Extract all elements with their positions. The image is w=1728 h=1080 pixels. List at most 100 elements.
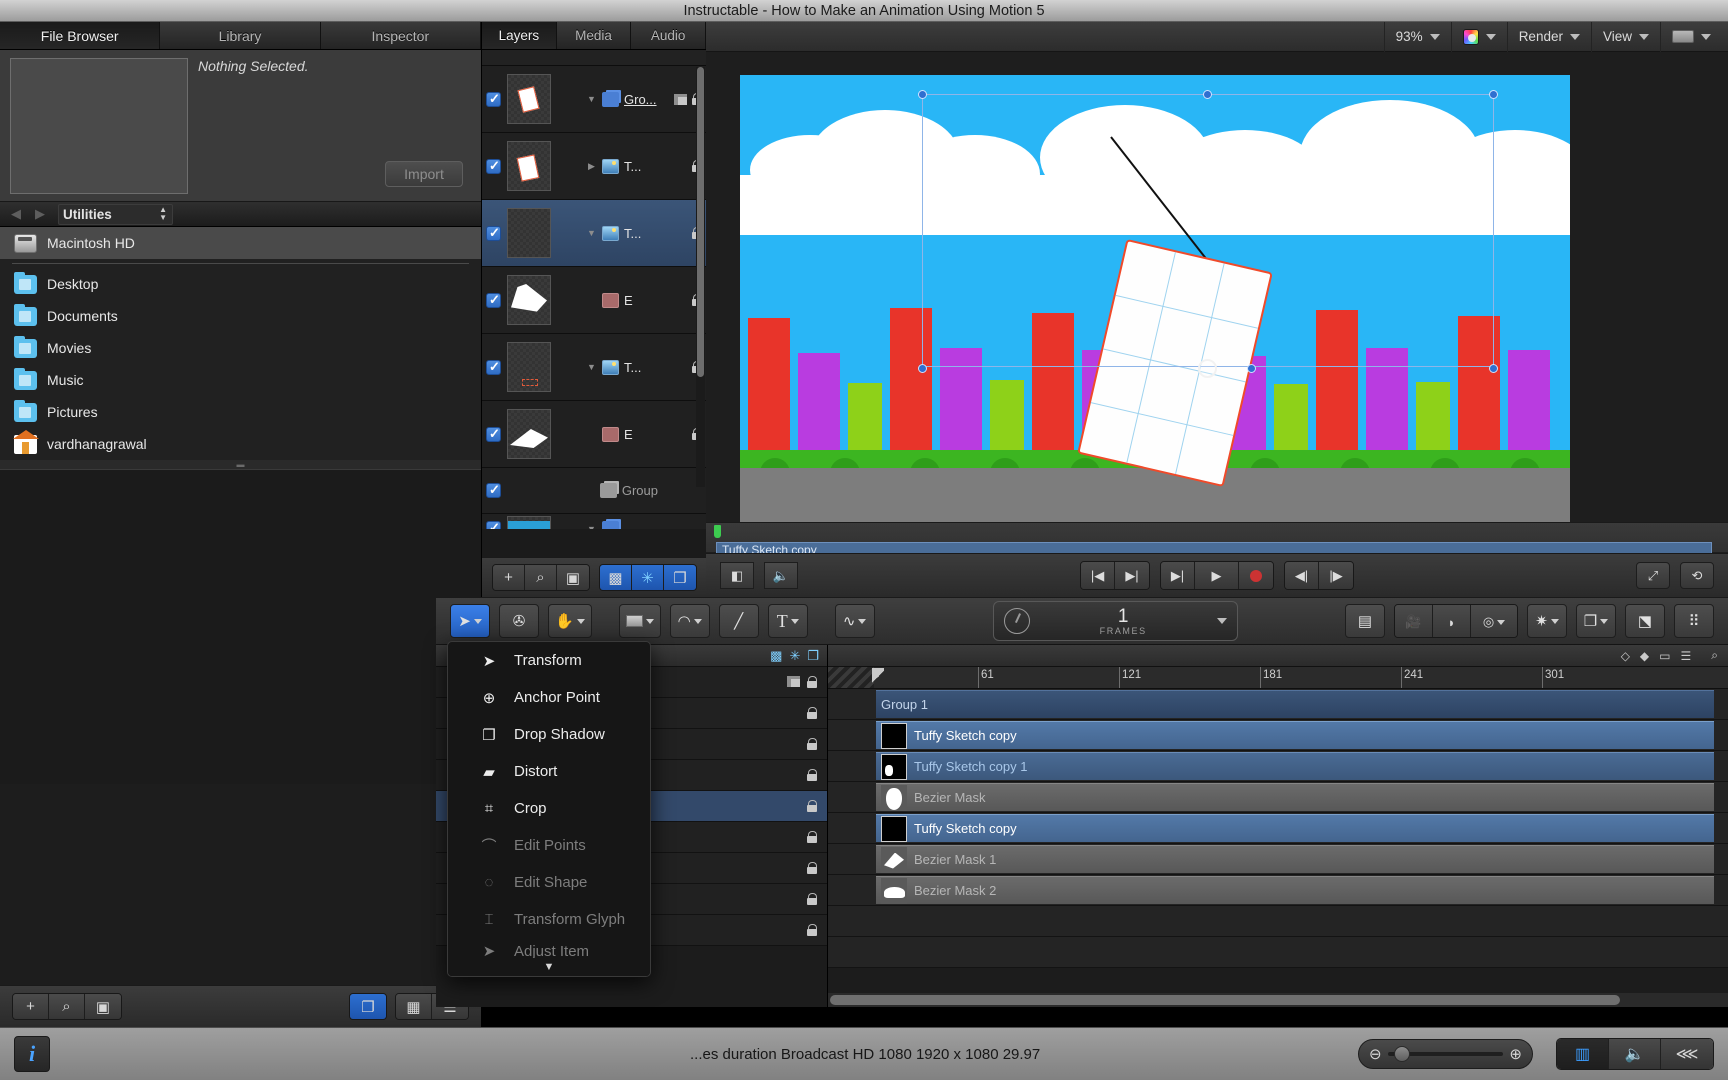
- previous-frame-icon[interactable]: ▶|: [1161, 562, 1195, 589]
- timeline-track-row[interactable]: [828, 937, 1728, 968]
- lock-icon[interactable]: [807, 924, 817, 936]
- go-to-start-icon[interactable]: |◀: [1081, 562, 1115, 589]
- timeline-track-row[interactable]: Tuffy Sketch copy: [828, 813, 1728, 844]
- timeline-track-row[interactable]: Group 1: [828, 689, 1728, 720]
- menu-scroll-down-icon[interactable]: ▼: [448, 958, 650, 976]
- onion-skin-button[interactable]: ◎: [1471, 605, 1517, 637]
- layer-blend-icon[interactable]: [787, 676, 800, 687]
- scrollbar-thumb[interactable]: [830, 995, 1620, 1005]
- timeline-track-row[interactable]: Tuffy Sketch copy: [828, 720, 1728, 751]
- mask-tool[interactable]: ◠: [669, 604, 710, 638]
- keyframe-nav-icon[interactable]: ◆: [1640, 649, 1649, 663]
- layer-visibility-checkbox[interactable]: [486, 158, 501, 174]
- layer-row[interactable]: ▼ Gro...: [482, 66, 706, 133]
- layer-visibility-checkbox[interactable]: [486, 91, 501, 107]
- selection-handle[interactable]: [918, 90, 927, 99]
- track-list-icon[interactable]: ☰: [1681, 649, 1692, 663]
- disclosure-triangle-icon[interactable]: ▼: [586, 362, 597, 372]
- timeline-clip[interactable]: Group 1: [876, 690, 1714, 718]
- pan-tool[interactable]: ✋: [548, 604, 592, 638]
- disclosure-triangle-icon[interactable]: ▼: [586, 228, 597, 238]
- selection-handle[interactable]: [1203, 90, 1212, 99]
- layer-visibility-checkbox[interactable]: [486, 292, 501, 308]
- preview-icon[interactable]: ▣: [85, 994, 121, 1019]
- zoom-slider-track[interactable]: [1387, 1046, 1504, 1062]
- grid-button[interactable]: ⠿: [1674, 604, 1714, 638]
- lock-icon[interactable]: [807, 893, 817, 905]
- lock-icon[interactable]: [807, 738, 817, 750]
- select-transform-tool[interactable]: ➤: [450, 604, 490, 638]
- menu-item-distort[interactable]: ▰ Distort: [448, 753, 650, 790]
- layer-visibility-checkbox[interactable]: [486, 359, 501, 375]
- timeline-clip[interactable]: Bezier Mask 1: [876, 845, 1714, 873]
- file-row-movies[interactable]: Movies: [0, 332, 481, 364]
- file-row-music[interactable]: Music: [0, 364, 481, 396]
- timeline-clip[interactable]: Tuffy Sketch copy 1: [876, 752, 1714, 780]
- gear-view-icon[interactable]: ✳: [632, 565, 664, 590]
- step-back-icon[interactable]: ◀|: [1285, 562, 1319, 589]
- rewind-icon[interactable]: ⋘: [1661, 1039, 1713, 1069]
- timeline-track-row[interactable]: Bezier Mask 2: [828, 875, 1728, 906]
- search-icon[interactable]: ⌕: [1711, 648, 1718, 663]
- lock-icon[interactable]: [807, 769, 817, 781]
- zoom-level-popup[interactable]: 93%: [1383, 21, 1451, 52]
- view-popup[interactable]: View: [1590, 21, 1660, 52]
- tab-inspector[interactable]: Inspector: [320, 22, 481, 49]
- menu-item-crop[interactable]: ⌗ Crop: [448, 790, 650, 827]
- layer-row[interactable]: ▼: [482, 514, 706, 529]
- layer-row[interactable]: E: [482, 401, 706, 468]
- timeline-clip[interactable]: Tuffy Sketch copy: [876, 721, 1714, 749]
- layer-row[interactable]: Group: [482, 468, 706, 514]
- transform-tool-menu[interactable]: ➤ Transform ⊕ Anchor Point ❐ Drop Shadow…: [447, 641, 651, 977]
- timeline-track-row[interactable]: [828, 906, 1728, 937]
- mask-button[interactable]: ⬔: [1625, 604, 1665, 638]
- file-row-desktop[interactable]: Desktop: [0, 268, 481, 300]
- fullscreen-icon[interactable]: ⤢: [1636, 562, 1670, 589]
- lock-icon[interactable]: [807, 676, 817, 688]
- speaker-icon[interactable]: 🔈: [1609, 1039, 1661, 1069]
- selection-handle[interactable]: [1247, 364, 1256, 373]
- layer-row[interactable]: ▶ T...: [482, 133, 706, 200]
- lock-icon[interactable]: [807, 707, 817, 719]
- gear-view-icon[interactable]: ✳: [789, 648, 800, 664]
- file-row-pictures[interactable]: Pictures: [0, 396, 481, 428]
- layer-row[interactable]: ▼ T...: [482, 200, 706, 267]
- selection-handle[interactable]: [918, 364, 927, 373]
- stack-view-icon[interactable]: ❐: [350, 994, 386, 1019]
- selection-handle[interactable]: [1489, 364, 1498, 373]
- color-channel-popup[interactable]: [1450, 21, 1507, 52]
- mask-icon[interactable]: ▣: [557, 565, 589, 590]
- selection-handle[interactable]: [1489, 90, 1498, 99]
- orbit-tool[interactable]: ✇: [499, 604, 539, 638]
- settings-button[interactable]: ✷: [1527, 604, 1567, 638]
- path-popup-button[interactable]: Utilities ▲ ▼: [58, 203, 173, 225]
- lock-icon[interactable]: [807, 800, 817, 812]
- lock-icon[interactable]: [807, 831, 817, 843]
- previous-keyframe-icon[interactable]: ▶|: [1115, 562, 1149, 589]
- scrollbar-thumb[interactable]: [697, 67, 704, 377]
- menu-item-drop-shadow[interactable]: ❐ Drop Shadow: [448, 716, 650, 753]
- playhead-marker[interactable]: [714, 525, 721, 538]
- keyframe-diamond-icon[interactable]: ◇: [1621, 649, 1630, 663]
- disclosure-triangle-icon[interactable]: ▼: [586, 94, 597, 104]
- menu-item-anchor-point[interactable]: ⊕ Anchor Point: [448, 679, 650, 716]
- layer-blend-icon[interactable]: [674, 93, 687, 105]
- disclosure-triangle-icon[interactable]: ▶: [586, 161, 597, 172]
- track-height-icon[interactable]: ▭: [1659, 649, 1670, 663]
- layout-button[interactable]: ❐: [1576, 604, 1616, 638]
- timeline-horizontal-scrollbar[interactable]: [828, 993, 1728, 1007]
- layers-scrollbar[interactable]: [696, 67, 705, 487]
- file-row-macintosh-hd[interactable]: Macintosh HD: [0, 227, 481, 259]
- layout-popup[interactable]: [1660, 21, 1722, 52]
- info-icon[interactable]: i: [14, 1036, 50, 1072]
- import-button[interactable]: Import: [385, 161, 463, 187]
- current-frame-field[interactable]: 1 FRAMES: [992, 601, 1238, 641]
- tab-layers[interactable]: Layers: [482, 22, 557, 49]
- camera-icon[interactable]: 🎥: [1395, 605, 1433, 637]
- loop-playback-icon[interactable]: ⟲: [1680, 562, 1714, 589]
- loop-region-icon[interactable]: ◧: [720, 562, 754, 589]
- layers-view-icon[interactable]: ❐: [807, 648, 819, 664]
- checker-view-icon[interactable]: ▩: [770, 648, 782, 664]
- tab-audio[interactable]: Audio: [631, 22, 707, 49]
- timeline-clip[interactable]: Bezier Mask: [876, 783, 1714, 811]
